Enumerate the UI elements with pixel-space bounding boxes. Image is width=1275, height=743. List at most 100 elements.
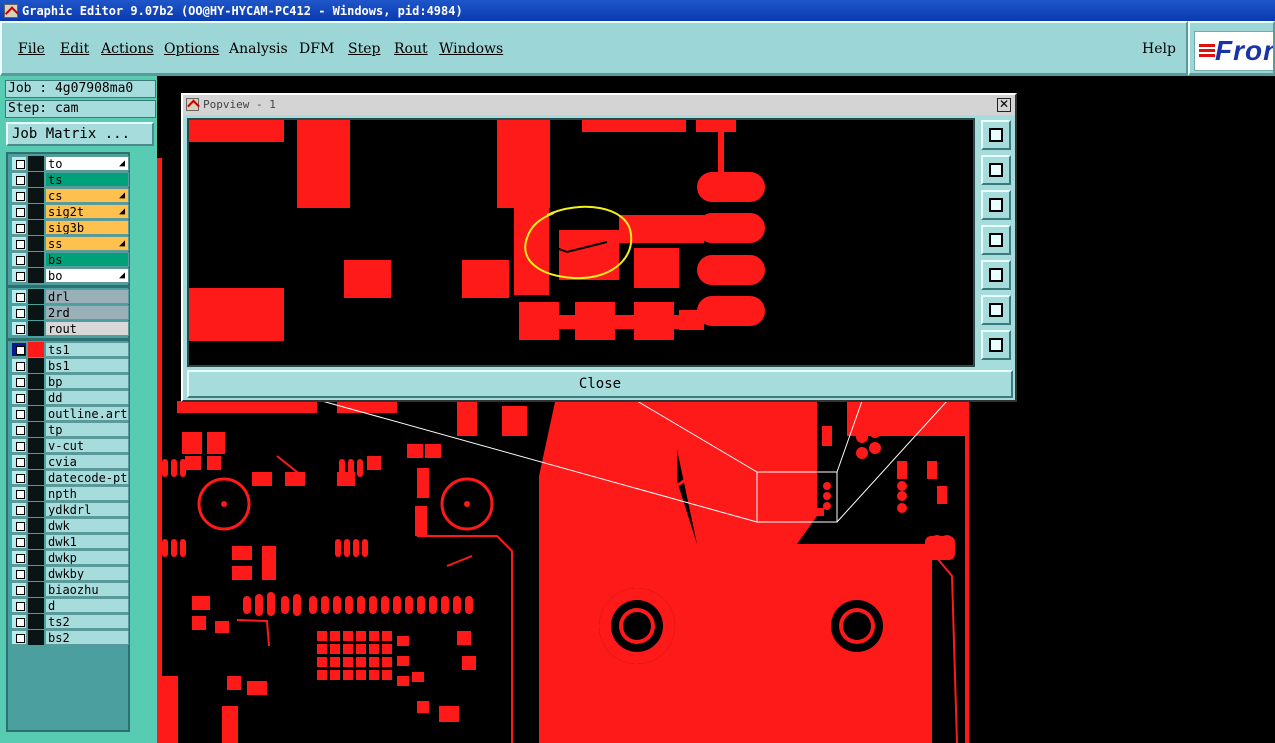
layer-name: dd (45, 390, 129, 405)
layer-checkbox[interactable] (11, 204, 27, 219)
layer-row-cs[interactable]: cs ◢ (11, 188, 129, 203)
layer-color-swatch (28, 630, 44, 645)
layer-row-drl[interactable]: drl (11, 289, 129, 304)
layer-checkbox[interactable] (11, 470, 27, 485)
layer-context-icon[interactable]: ◢ (119, 189, 125, 202)
layer-checkbox[interactable] (11, 438, 27, 453)
layer-checkbox[interactable] (11, 252, 27, 267)
layer-row-sig2t[interactable]: sig2t ◢ (11, 204, 129, 219)
job-matrix-button[interactable]: Job Matrix ... (6, 122, 154, 146)
layer-row-dwk1[interactable]: dwk1 (11, 534, 129, 549)
layer-context-icon[interactable]: ◢ (119, 157, 125, 170)
menu-windows[interactable]: Windows (439, 41, 503, 57)
layer-context-icon[interactable]: ◢ (119, 237, 125, 250)
layer-checkbox[interactable] (11, 566, 27, 581)
layer-row-dwk[interactable]: dwk (11, 518, 129, 533)
layer-checkbox[interactable] (11, 422, 27, 437)
pan-right-button[interactable] (981, 260, 1011, 290)
layer-checkbox[interactable] (11, 188, 27, 203)
menu-analysis[interactable]: Analysis (229, 41, 288, 57)
layer-checkbox[interactable] (11, 406, 27, 421)
layer-row-rout[interactable]: rout (11, 321, 129, 336)
layer-row-bo[interactable]: bo ◢ (11, 268, 129, 283)
layer-checkbox[interactable] (11, 342, 27, 357)
layer-checkbox[interactable] (11, 550, 27, 565)
layer-checkbox[interactable] (11, 534, 27, 549)
layer-checkbox[interactable] (11, 502, 27, 517)
layer-row-dd[interactable]: dd (11, 390, 129, 405)
zoom-in-button[interactable] (981, 330, 1011, 360)
pan-up-button[interactable] (981, 155, 1011, 185)
layer-row-outline-art[interactable]: outline.art (11, 406, 129, 421)
layer-row-ts1[interactable]: ts1 (11, 342, 129, 357)
layer-name: tp (45, 422, 129, 437)
layer-checkbox[interactable] (11, 630, 27, 645)
layer-row-cvia[interactable]: cvia (11, 454, 129, 469)
layer-checkbox[interactable] (11, 236, 27, 251)
layer-color-swatch (28, 342, 44, 357)
layer-row-d[interactable]: d (11, 598, 129, 613)
popview-title: Popview - 1 (203, 98, 276, 111)
zoom-home-button[interactable] (981, 120, 1011, 150)
layer-checkbox[interactable] (11, 220, 27, 235)
popview-close-icon[interactable]: ✕ (997, 98, 1011, 112)
layer-row-ydkdrl[interactable]: ydkdrl (11, 502, 129, 517)
layer-name: biaozhu (45, 582, 129, 597)
layer-name: ts (45, 172, 129, 187)
pan-down-button[interactable] (981, 190, 1011, 220)
layer-row-ts2[interactable]: ts2 (11, 614, 129, 629)
menu-help[interactable]: Help (1142, 41, 1176, 57)
menu-rout[interactable]: Rout (394, 41, 428, 57)
layer-context-icon[interactable]: ◢ (119, 205, 125, 218)
layer-name: ss ◢ (45, 236, 129, 251)
layer-row-bs1[interactable]: bs1 (11, 358, 129, 373)
layer-color-swatch (28, 236, 44, 251)
layer-checkbox[interactable] (11, 305, 27, 320)
layer-row-bp[interactable]: bp (11, 374, 129, 389)
popview-close-button[interactable]: Close (187, 370, 1013, 398)
layer-row-dwkby[interactable]: dwkby (11, 566, 129, 581)
zoom-home-icon (989, 128, 1003, 142)
layer-context-icon[interactable]: ◢ (119, 269, 125, 282)
layer-row-sig3b[interactable]: sig3b (11, 220, 129, 235)
layer-row-dwkp[interactable]: dwkp (11, 550, 129, 565)
layer-row-datecode-pte[interactable]: datecode-pte (11, 470, 129, 485)
layer-checkbox[interactable] (11, 614, 27, 629)
layer-row-bs2[interactable]: bs2 (11, 630, 129, 645)
menu-step[interactable]: Step (348, 41, 380, 57)
layer-checkbox[interactable] (11, 454, 27, 469)
layer-row-ss[interactable]: ss ◢ (11, 236, 129, 251)
layer-row-ts[interactable]: ts (11, 172, 129, 187)
layer-checkbox[interactable] (11, 321, 27, 336)
layer-checkbox[interactable] (11, 268, 27, 283)
layer-checkbox[interactable] (11, 358, 27, 373)
layer-checkbox[interactable] (11, 486, 27, 501)
layer-checkbox[interactable] (11, 172, 27, 187)
menu-dfm[interactable]: DFM (299, 41, 334, 57)
popview-canvas[interactable] (187, 118, 975, 367)
layer-row-v-cut[interactable]: v-cut (11, 438, 129, 453)
layer-color-swatch (28, 550, 44, 565)
menu-file[interactable]: File (18, 41, 45, 57)
layer-checkbox[interactable] (11, 374, 27, 389)
layer-row-bs[interactable]: bs (11, 252, 129, 267)
menu-options[interactable]: Options (164, 41, 219, 57)
menu-actions[interactable]: Actions (101, 41, 154, 57)
layer-row-biaozhu[interactable]: biaozhu (11, 582, 129, 597)
layer-checkbox[interactable] (11, 390, 27, 405)
layer-checkbox[interactable] (11, 598, 27, 613)
zoom-out-button[interactable] (981, 295, 1011, 325)
layer-color-swatch (28, 220, 44, 235)
popview-title-bar[interactable]: Popview - 1 (183, 95, 1015, 115)
layer-row-to[interactable]: to ◢ (11, 156, 129, 171)
layer-row-tp[interactable]: tp (11, 422, 129, 437)
layer-checkbox[interactable] (11, 518, 27, 533)
layer-checkbox[interactable] (11, 289, 27, 304)
menu-edit[interactable]: Edit (60, 41, 89, 57)
pan-left-button[interactable] (981, 225, 1011, 255)
layer-row-npth[interactable]: npth (11, 486, 129, 501)
layer-checkbox[interactable] (11, 582, 27, 597)
layer-checkbox[interactable] (11, 156, 27, 171)
menu-file-label: File (18, 41, 45, 57)
layer-row-2rd[interactable]: 2rd (11, 305, 129, 320)
